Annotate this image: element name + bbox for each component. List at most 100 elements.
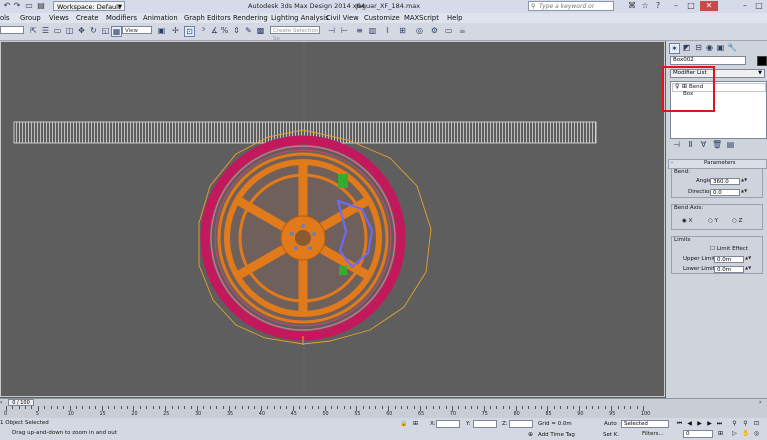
angle-spinner[interactable]: ▲▼ <box>741 178 747 185</box>
zoom-extents-icon[interactable]: ⊡ <box>753 420 760 427</box>
show-end-result-icon[interactable]: Ⅱ <box>686 140 695 149</box>
rectangle-selection-icon[interactable]: ▭ <box>53 26 62 35</box>
make-unique-icon[interactable]: ∀ <box>699 140 708 149</box>
rotate-icon[interactable]: ↻ <box>89 26 98 35</box>
select-by-name-icon[interactable]: ☰ <box>41 26 50 35</box>
layer-manager-icon[interactable]: ≡ <box>355 26 364 35</box>
graphite-ribbon-icon[interactable]: ▥ <box>368 26 377 35</box>
workspace-dropdown[interactable]: Workspace: Default ▼ <box>53 1 125 11</box>
object-name-field[interactable]: Box002 <box>670 56 746 65</box>
zoom-icon[interactable]: ⚲ <box>731 420 738 427</box>
menu-animation[interactable]: Animation <box>143 14 178 23</box>
move-icon[interactable]: ✥ <box>77 26 86 35</box>
reference-coordinate-dropdown[interactable]: View <box>122 26 152 34</box>
go-to-end-icon[interactable]: ⏭ <box>716 420 723 427</box>
hierarchy-tab-icon[interactable]: ⊟ <box>694 43 703 52</box>
select-object-icon[interactable]: ⇱ <box>29 26 38 35</box>
configure-sets-icon[interactable]: ▤ <box>726 140 735 149</box>
key-mode-icon[interactable]: ⊞ <box>717 430 724 437</box>
pin-stack-icon[interactable]: ⊣ <box>672 140 681 149</box>
slider-right-arrow-icon[interactable]: › <box>759 399 761 406</box>
curve-editor-icon[interactable]: ⌇ <box>383 26 392 35</box>
radio-z[interactable]: ○ Z <box>732 218 742 224</box>
scale-icon[interactable]: ◱ <box>101 26 110 35</box>
percent-snap-icon[interactable]: % <box>220 26 229 35</box>
star-icon[interactable]: ☆ <box>640 1 650 11</box>
close-button[interactable]: ✕ <box>700 1 718 11</box>
redo-icon[interactable]: ↷ <box>12 1 22 11</box>
orbit-icon[interactable]: ◎ <box>753 430 760 437</box>
zoom-all-icon[interactable]: ⚲ <box>742 420 749 427</box>
align-icon[interactable]: ⊢ <box>340 26 349 35</box>
named-selection-set-dropdown[interactable]: Create Selection Se <box>270 26 320 42</box>
spinner-snap-icon[interactable]: ⇕ <box>232 26 241 35</box>
y-coordinate-field[interactable] <box>473 420 497 428</box>
modify-tab-icon[interactable]: ◩ <box>682 43 691 52</box>
render-setup-icon[interactable]: ⚙ <box>430 26 439 35</box>
field-of-view-icon[interactable]: ▷ <box>731 430 738 437</box>
schematic-view-icon[interactable]: ⊞ <box>398 26 407 35</box>
menu-create[interactable]: Create <box>76 14 99 23</box>
keyboard-shortcut-icon[interactable]: ⊡ <box>184 26 195 37</box>
x-coordinate-field[interactable] <box>436 420 460 428</box>
current-frame-field[interactable]: 0 <box>683 430 713 438</box>
angle-field[interactable]: 360.0 <box>710 178 740 185</box>
snap-toggle-icon[interactable]: ³ <box>199 26 208 35</box>
limit-effect-checkbox[interactable]: ☐ Limit Effect <box>710 246 748 252</box>
time-slider-thumb[interactable]: 0 / 100 <box>8 399 34 406</box>
set-key-button[interactable]: Set K. <box>603 432 619 438</box>
undo-icon[interactable]: ↶ <box>2 1 12 11</box>
window-crossing-icon[interactable]: ◫ <box>65 26 74 35</box>
direction-spinner[interactable]: ▲▼ <box>741 189 747 196</box>
add-time-tag[interactable]: Add Time Tag <box>538 432 575 438</box>
search-input[interactable]: ⚲Type a keyword or phrase <box>528 1 614 20</box>
named-selection-icon[interactable]: ▩ <box>256 26 265 35</box>
key-filters-button[interactable]: Filters... <box>642 431 664 437</box>
auto-key-button[interactable]: Auto <box>604 421 617 427</box>
display-tab-icon[interactable]: ▣ <box>716 43 725 52</box>
edit-named-selection-icon[interactable]: ✎ <box>244 26 253 35</box>
app-restore-button[interactable]: □ <box>752 1 766 11</box>
lower-limit-spinner[interactable]: ▲▼ <box>745 266 751 273</box>
upper-limit-spinner[interactable]: ▲▼ <box>745 256 751 263</box>
menu-lighting-analysis[interactable]: Lighting Analysis <box>271 14 329 23</box>
menu-tools[interactable]: ols <box>0 14 10 23</box>
menu-maxscript[interactable]: MAXScript <box>404 14 439 23</box>
create-tab-icon[interactable]: ✶ <box>669 43 680 54</box>
go-to-start-icon[interactable]: ⏮ <box>676 420 683 427</box>
pivot-center-icon[interactable]: ▣ <box>157 26 166 35</box>
menu-civil-view[interactable]: Civil View <box>326 14 359 23</box>
transform-type-in-icon[interactable]: ⊞ <box>412 420 419 427</box>
restore-button[interactable]: □ <box>684 1 698 11</box>
menu-modifiers[interactable]: Modifiers <box>106 14 137 23</box>
menu-customize[interactable]: Customize <box>364 14 400 23</box>
previous-frame-icon[interactable]: ◀ <box>686 420 693 427</box>
material-editor-icon[interactable]: ◎ <box>415 26 424 35</box>
pan-icon[interactable]: ✋ <box>742 430 749 437</box>
new-file-icon[interactable]: ▭ <box>24 1 34 11</box>
utilities-tab-icon[interactable]: 🔧 <box>727 43 737 52</box>
select-and-manipulate-icon[interactable]: ✢ <box>171 26 180 35</box>
remove-modifier-icon[interactable]: 🗑 <box>712 140 722 149</box>
upper-limit-field[interactable]: 0.0m <box>714 256 744 263</box>
menu-views[interactable]: Views <box>49 14 69 23</box>
help-icon[interactable]: ? <box>653 1 663 11</box>
slider-left-arrow-icon[interactable]: ‹ <box>0 399 2 406</box>
menu-help[interactable]: Help <box>447 14 463 23</box>
lower-limit-field[interactable]: 0.0m <box>714 266 744 273</box>
selection-filter-dropdown[interactable] <box>0 26 24 34</box>
menu-graph-editors[interactable]: Graph Editors <box>184 14 231 23</box>
angle-snap-icon[interactable]: ∡ <box>210 26 219 35</box>
z-coordinate-field[interactable] <box>509 420 533 428</box>
radio-x[interactable]: ◉ X <box>682 218 692 224</box>
radio-y[interactable]: ○ Y <box>708 218 718 224</box>
direction-field[interactable]: 0.0 <box>710 189 740 196</box>
perspective-viewport[interactable] <box>0 41 666 398</box>
menu-rendering[interactable]: Rendering <box>233 14 268 23</box>
motion-tab-icon[interactable]: ◉ <box>705 43 714 52</box>
add-time-tag-icon[interactable]: ⊕ <box>527 431 534 438</box>
render-production-icon[interactable]: ☕ <box>458 26 467 35</box>
next-frame-icon[interactable]: ▶ <box>706 420 713 427</box>
project-folder-icon[interactable]: ▤ <box>36 1 46 11</box>
rendered-frame-icon[interactable]: ▭ <box>444 26 453 35</box>
